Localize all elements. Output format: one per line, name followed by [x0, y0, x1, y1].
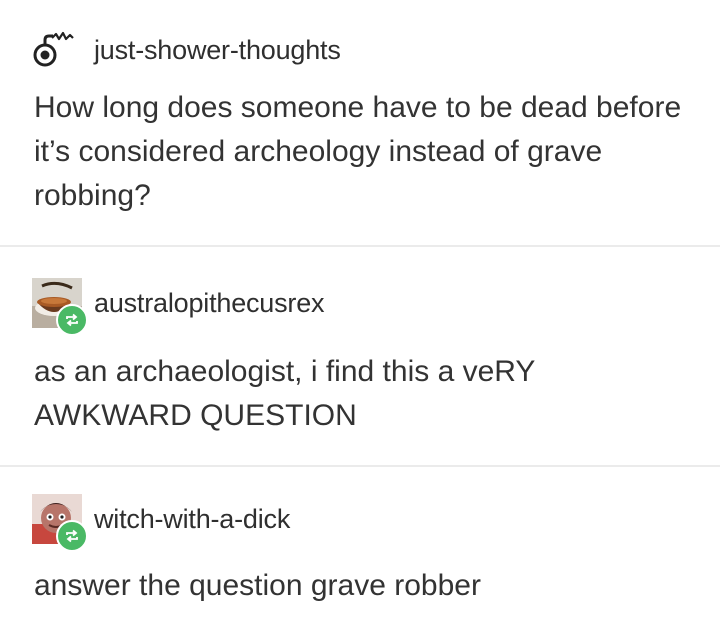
post-body-text: as an archaeologist, i find this a veRY … [34, 355, 535, 432]
reblog-thread: just-shower-thoughts How long does someo… [0, 0, 720, 628]
post-username[interactable]: australopithecusrex [94, 288, 325, 319]
post-username[interactable]: just-shower-thoughts [94, 35, 341, 66]
reblog-icon [64, 312, 80, 328]
avatar[interactable] [32, 30, 78, 70]
post-reblog-2: witch-with-a-dick answer the question gr… [0, 466, 720, 628]
post-header: just-shower-thoughts [32, 30, 341, 70]
post-reblog-1: australopithecusrex as an archaeologist,… [0, 246, 720, 466]
reblog-badge [56, 304, 88, 336]
post-username[interactable]: witch-with-a-dick [94, 504, 290, 535]
shower-head-icon [32, 30, 78, 70]
post-header: australopithecusrex [32, 278, 325, 336]
post-original: just-shower-thoughts How long does someo… [0, 0, 720, 246]
avatar[interactable] [32, 278, 88, 336]
post-header: witch-with-a-dick [32, 494, 290, 552]
post-body-text: answer the question grave robber [34, 569, 481, 602]
reblog-badge [56, 520, 88, 552]
post-body-text: How long does someone have to be dead be… [34, 91, 682, 212]
avatar[interactable] [32, 494, 88, 552]
reblog-icon [64, 528, 80, 544]
